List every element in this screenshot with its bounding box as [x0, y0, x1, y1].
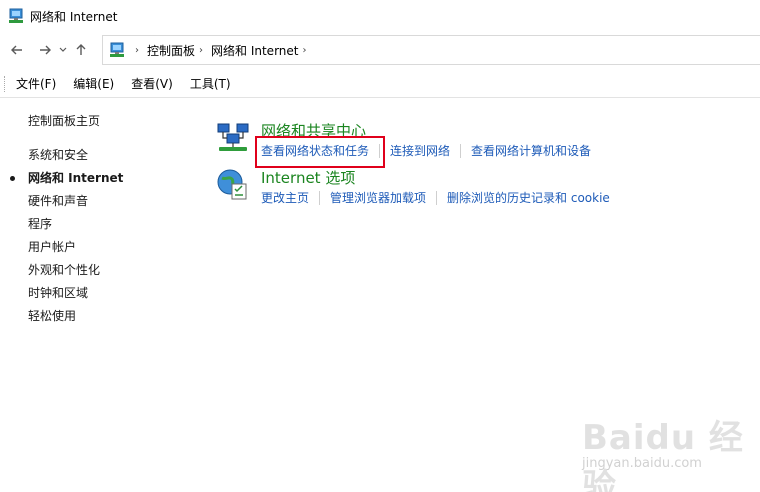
navigation-bar: › 控制面板 › 网络和 Internet ›	[0, 35, 760, 65]
sidebar-item-programs[interactable]: 程序	[0, 213, 200, 236]
menu-view[interactable]: 查看(V)	[131, 75, 173, 92]
title-bar: 网络和 Internet	[0, 0, 760, 32]
menu-edit[interactable]: 编辑(E)	[73, 75, 114, 92]
chevron-right-icon[interactable]: ›	[135, 45, 139, 56]
link-delete-history-cookies[interactable]: 删除浏览的历史记录和 cookie	[447, 189, 610, 206]
menu-file[interactable]: 文件(F)	[16, 75, 56, 92]
menu-tools[interactable]: 工具(T)	[190, 75, 231, 92]
chevron-down-icon	[59, 47, 67, 52]
sidebar-item-control-panel-home[interactable]: 控制面板主页	[0, 110, 200, 133]
sidebar-item-system-security[interactable]: 系统和安全	[0, 144, 200, 167]
watermark-logo: Baidu 经验	[582, 418, 744, 492]
address-bar[interactable]: › 控制面板 › 网络和 Internet ›	[102, 35, 760, 65]
sidebar-item-user-accounts[interactable]: 用户帐户	[0, 236, 200, 259]
link-manage-addons[interactable]: 管理浏览器加载项	[330, 189, 426, 206]
menu-bar: 文件(F) 编辑(E) 查看(V) 工具(T)	[0, 70, 760, 98]
active-bullet-icon	[10, 176, 15, 181]
arrow-up-icon	[76, 44, 86, 55]
network-sharing-center-icon[interactable]	[216, 120, 250, 154]
link-connect-to-network[interactable]: 连接到网络	[390, 142, 450, 159]
menu-grip	[4, 75, 6, 92]
sidebar-item-label: 网络和 Internet	[28, 171, 124, 185]
breadcrumb-control-panel[interactable]: 控制面板	[147, 42, 195, 59]
chevron-right-icon[interactable]: ›	[199, 45, 203, 56]
sidebar-item-hardware-sound[interactable]: 硬件和声音	[0, 190, 200, 213]
link-view-network-computers[interactable]: 查看网络计算机和设备	[471, 142, 591, 159]
watermark-url: jingyan.baidu.com	[582, 456, 702, 471]
arrow-left-icon	[11, 45, 22, 55]
link-divider	[460, 143, 462, 158]
network-icon	[110, 42, 124, 57]
category-links: 更改主页 管理浏览器加载项 删除浏览的历史记录和 cookie	[261, 189, 610, 206]
link-change-homepage[interactable]: 更改主页	[261, 189, 309, 206]
window-title: 网络和 Internet	[30, 9, 118, 24]
chevron-right-icon[interactable]: ›	[302, 45, 306, 56]
network-icon	[9, 8, 23, 23]
internet-options-icon[interactable]	[216, 167, 250, 201]
category-title[interactable]: Internet 选项	[261, 167, 355, 188]
back-button[interactable]	[6, 39, 28, 61]
sidebar-item-ease-of-access[interactable]: 轻松使用	[0, 305, 200, 328]
breadcrumb-network-internet[interactable]: 网络和 Internet	[211, 42, 298, 59]
up-button[interactable]	[70, 39, 92, 61]
link-divider	[436, 190, 438, 205]
forward-button[interactable]	[34, 39, 56, 61]
sidebar-item-appearance[interactable]: 外观和个性化	[0, 259, 200, 282]
link-divider	[319, 190, 321, 205]
highlight-annotation-box	[255, 136, 385, 168]
arrow-right-icon	[40, 45, 51, 55]
recent-locations-button[interactable]	[56, 39, 70, 61]
sidebar-item-network-internet[interactable]: 网络和 Internet	[0, 167, 200, 190]
sidebar: 控制面板主页 系统和安全 网络和 Internet 硬件和声音 程序 用户帐户 …	[0, 110, 200, 328]
sidebar-item-clock-region[interactable]: 时钟和区域	[0, 282, 200, 305]
baidu-jingyan-watermark: Baidu 经验 jingyan.baidu.com	[582, 410, 760, 492]
